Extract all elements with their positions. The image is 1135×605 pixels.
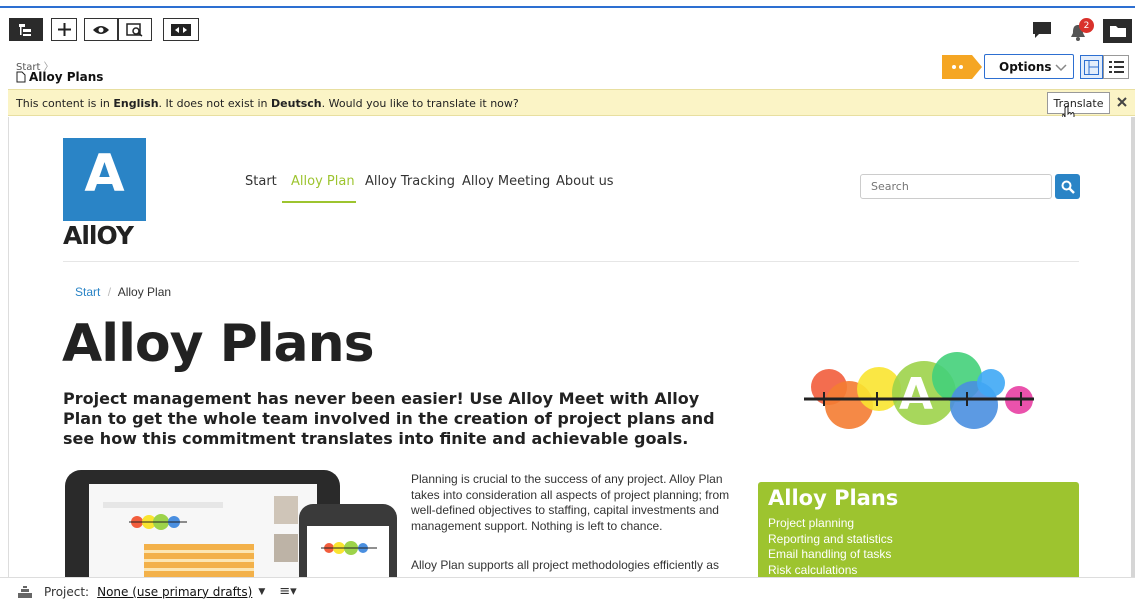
project-label: Project:	[44, 584, 90, 599]
site-breadcrumb: Start / Alloy Plan	[75, 285, 171, 299]
caret-down-icon[interactable]: ▼	[258, 587, 265, 597]
feature-item: Reporting and statistics	[768, 531, 893, 546]
site-breadcrumb-current: Alloy Plan	[117, 285, 172, 299]
comments-icon[interactable]	[1033, 22, 1051, 43]
banner-target-language: Deutsch	[271, 97, 322, 110]
body-paragraph-1: Planning is crucial to the success of an…	[411, 472, 730, 533]
page-tree-button[interactable]	[9, 18, 43, 41]
status-tag	[942, 55, 982, 79]
add-button[interactable]	[51, 18, 77, 41]
tablet-screen	[89, 484, 317, 577]
banner-source-language: English	[113, 97, 159, 110]
project-selector[interactable]: None (use primary drafts)	[97, 585, 252, 599]
editor-toolbar: 2	[0, 8, 1135, 56]
preview-button[interactable]	[84, 18, 118, 41]
feature-box: Alloy Plans Project planning Reporting a…	[758, 482, 1079, 577]
logo-letter: A	[84, 144, 125, 204]
nav-alloy-tracking[interactable]: Alloy Tracking	[365, 174, 455, 189]
svg-text:A: A	[899, 369, 933, 420]
translate-button[interactable]: Translate	[1047, 92, 1110, 114]
close-icon[interactable]	[1117, 97, 1127, 107]
list-view-button[interactable]	[1103, 55, 1129, 79]
hero-graphic: A	[804, 352, 1034, 429]
assets-button[interactable]	[1103, 19, 1132, 43]
plus-icon	[57, 23, 71, 36]
zoom-page-icon	[126, 22, 143, 37]
layout-view-button[interactable]	[1080, 55, 1103, 79]
banner-text-2: . It does not exist in	[158, 97, 272, 110]
site-breadcrumb-home[interactable]: Start	[75, 285, 100, 299]
list-icon	[1108, 60, 1124, 73]
project-icon	[18, 585, 32, 598]
site-search-button[interactable]	[1055, 174, 1080, 199]
feature-box-title: Alloy Plans	[768, 486, 899, 510]
header-divider	[63, 261, 1079, 262]
body-paragraph-2: Alloy Plan supports all project methodol…	[411, 558, 719, 572]
page-icon	[16, 71, 26, 83]
notifications-button[interactable]: 2	[1069, 18, 1094, 44]
options-dropdown[interactable]: Options	[984, 54, 1074, 79]
banner-text-1: This content is in	[16, 97, 114, 110]
site-breadcrumb-separator: /	[107, 285, 112, 299]
chevron-down-icon	[1055, 64, 1067, 72]
page-heading: Alloy Plans	[62, 314, 375, 374]
nav-about-us[interactable]: About us	[556, 174, 614, 189]
phone-image	[299, 504, 397, 577]
notification-badge: 2	[1079, 18, 1094, 33]
feature-item: Risk calculations	[768, 562, 858, 577]
site-logo[interactable]: A	[63, 138, 146, 221]
page-title-text: Alloy Plans	[29, 70, 104, 84]
compare-button[interactable]	[118, 18, 152, 41]
project-bar: Project: None (use primary drafts) ▼ ≡▾	[0, 577, 1135, 605]
active-nav-underline	[282, 201, 356, 203]
lead-paragraph: Project management has never been easier…	[63, 389, 715, 448]
feature-list: Project planning Reporting and statistic…	[768, 516, 1069, 577]
project-menu-icon[interactable]: ≡▾	[279, 584, 296, 599]
arrows-icon	[171, 23, 191, 36]
feature-item: Project planning	[768, 516, 855, 530]
preview-scrollbar[interactable]	[1131, 117, 1135, 577]
page-title: Alloy Plans	[16, 70, 103, 84]
logo-text: AllOY	[63, 221, 134, 250]
tree-icon	[19, 23, 31, 36]
site-search-input[interactable]	[860, 174, 1052, 199]
layout-icon	[1084, 59, 1099, 75]
feature-item: Email handling of tasks	[768, 547, 892, 561]
view-toggle-button[interactable]	[163, 18, 199, 41]
search-icon	[1061, 180, 1075, 194]
page-preview: A AllOY Start Alloy Plan Alloy Tracking …	[8, 117, 1133, 577]
folder-icon	[1109, 26, 1126, 37]
nav-alloy-meeting[interactable]: Alloy Meeting	[462, 174, 550, 189]
banner-text-3: . Would you like to translate it now?	[321, 97, 519, 110]
nav-start[interactable]: Start	[245, 174, 277, 189]
nav-alloy-plan[interactable]: Alloy Plan	[291, 174, 355, 189]
eye-icon	[93, 25, 109, 34]
options-label: Options	[999, 59, 1052, 74]
translation-banner: This content is in English. It does not …	[8, 89, 1135, 116]
